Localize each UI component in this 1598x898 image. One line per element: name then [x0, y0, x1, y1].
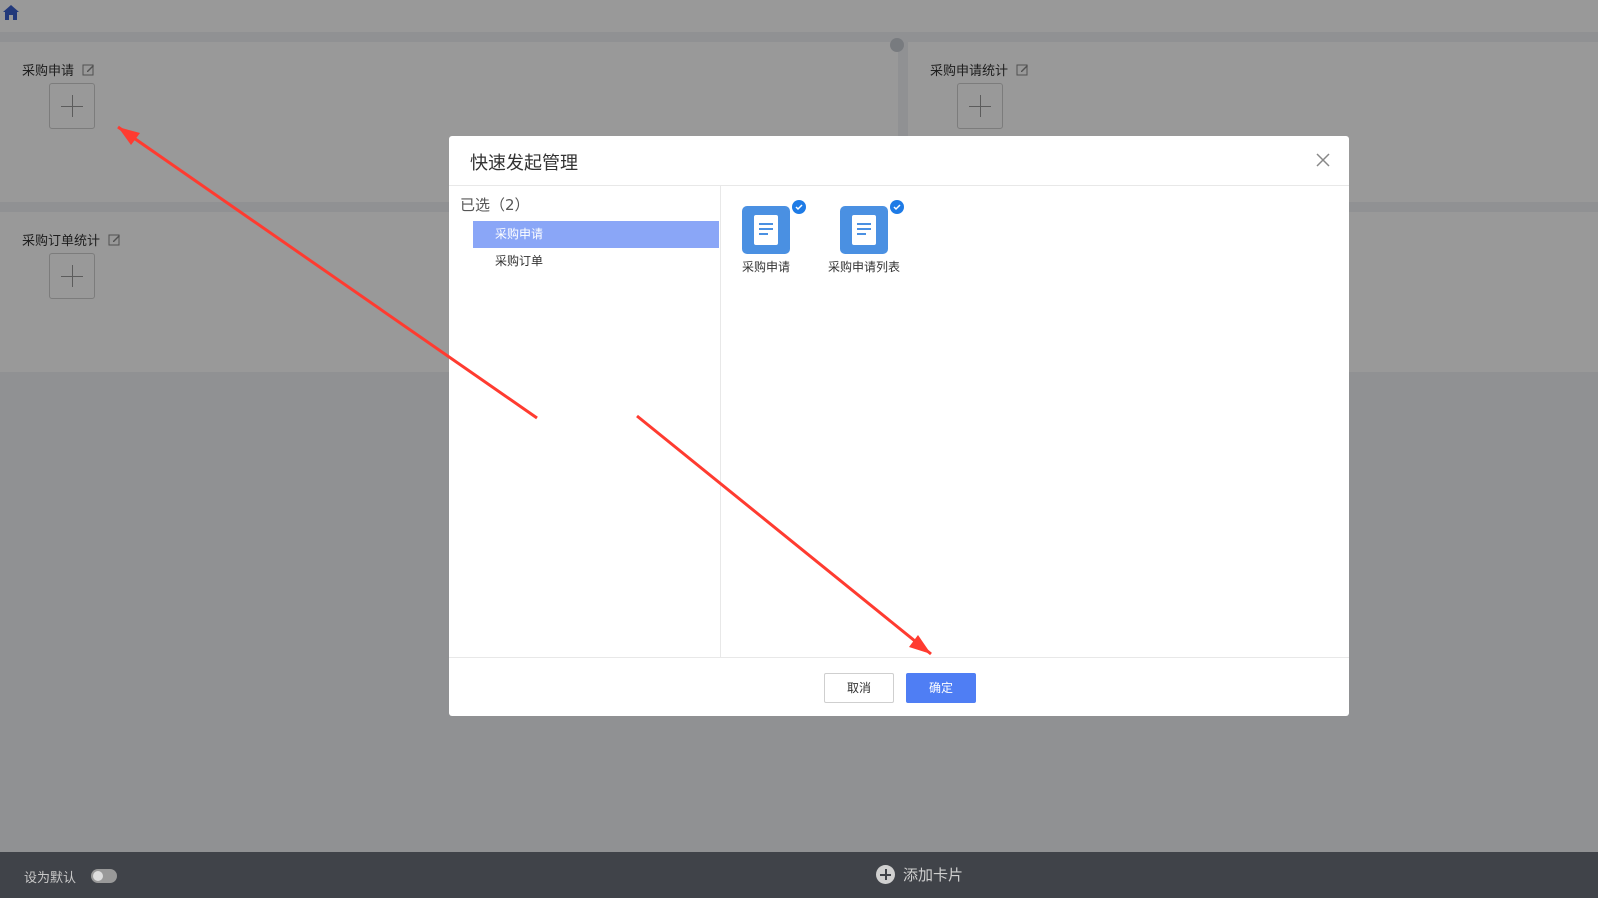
cancel-button[interactable]: 取消 [824, 673, 894, 703]
set-default-toggle[interactable] [91, 869, 117, 883]
dialog-header: 快速发起管理 [449, 136, 1349, 186]
add-card-label: 添加卡片 [903, 866, 964, 884]
list-item[interactable]: 采购申请 [473, 221, 719, 248]
ok-button[interactable]: 确定 [906, 673, 976, 703]
add-card-button[interactable]: 添加卡片 [876, 864, 963, 885]
dialog-title: 快速发起管理 [470, 153, 578, 174]
bottom-bar: 设为默认 添加卡片 [0, 852, 1598, 898]
selected-list: 采购申请 采购订单 [473, 221, 719, 275]
plus-circle-icon [876, 865, 895, 884]
list-item[interactable]: 采购订单 [473, 248, 719, 275]
app-label: 采购申请 [741, 260, 790, 274]
set-default-label: 设为默认 [24, 871, 77, 886]
selected-panel: 已选（2） 采购申请 采购订单 [449, 186, 721, 657]
check-icon [792, 200, 806, 214]
close-icon[interactable] [1313, 150, 1333, 170]
app-grid: 采购申请 采购申请列表 [721, 186, 1349, 657]
check-icon [890, 200, 904, 214]
app-label: 采购申请列表 [827, 260, 900, 274]
selected-count: 已选（2） [460, 196, 530, 214]
document-icon [742, 200, 806, 254]
app-tile[interactable]: 采购申请列表 [819, 200, 909, 275]
quick-launch-dialog: 快速发起管理 已选（2） 采购申请 采购订单 采购申请 采购申请列表 取消 确定 [449, 136, 1349, 716]
app-tile[interactable]: 采购申请 [721, 200, 811, 275]
dialog-footer: 取消 确定 [449, 657, 1349, 716]
document-icon [840, 200, 904, 254]
